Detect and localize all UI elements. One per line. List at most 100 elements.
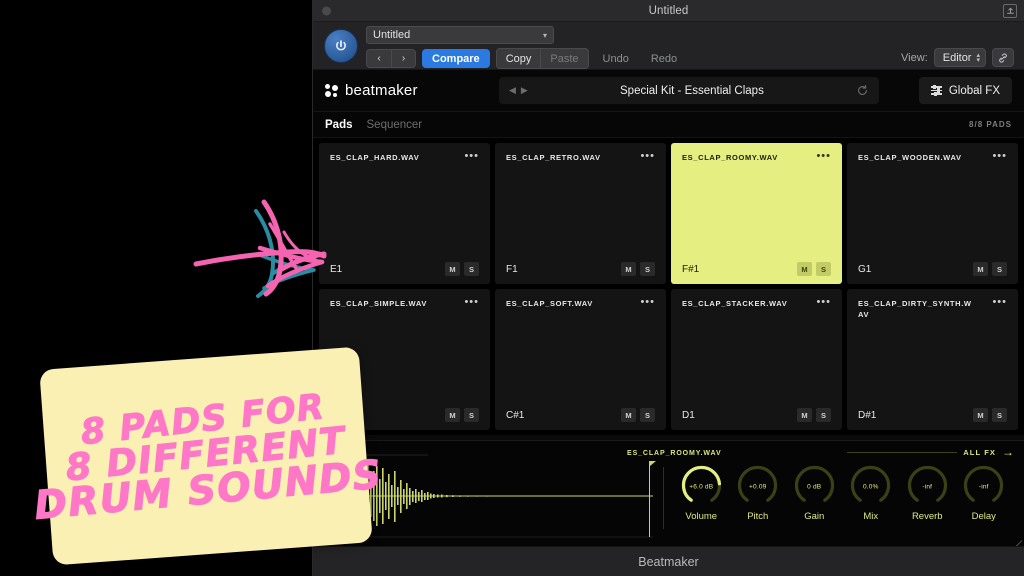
knob-gain[interactable]: 0 dB Gain [786, 465, 843, 522]
view-label: View: [901, 51, 928, 64]
all-fx-link[interactable]: ALL FX → [847, 446, 1014, 458]
global-fx-button[interactable]: Global FX [918, 77, 1012, 104]
mute-button[interactable]: M [621, 408, 636, 422]
refresh-icon[interactable] [856, 84, 869, 97]
status-bar: Beatmaker [313, 546, 1024, 576]
tab-pads[interactable]: Pads [325, 119, 353, 131]
pad-menu-icon[interactable]: ••• [992, 297, 1007, 308]
mute-solo-group: M S [797, 408, 831, 422]
knob-mix[interactable]: 0.0% Mix [843, 465, 900, 522]
pad-menu-icon[interactable]: ••• [464, 297, 479, 308]
chevron-down-icon: ▾ [542, 30, 547, 40]
copy-paste-group: Copy Paste [495, 48, 589, 69]
solo-button[interactable]: S [816, 408, 831, 422]
paste-button[interactable]: Paste [540, 49, 587, 68]
solo-button[interactable]: S [992, 262, 1007, 276]
stepper-icon: ▴ ▾ [976, 51, 980, 64]
pad-menu-icon[interactable]: ••• [640, 297, 655, 308]
solo-button[interactable]: S [640, 408, 655, 422]
pad-6[interactable]: ES_CLAP_SOFT.WAV ••• C#1 M S [495, 289, 666, 430]
mute-button[interactable]: M [445, 262, 460, 276]
redo-button[interactable]: Redo [643, 49, 685, 68]
knob-dial[interactable]: 0.0% [849, 465, 892, 508]
knob-volume[interactable]: +6.0 dB Volume [673, 465, 730, 522]
beatmaker-header: beatmaker ◀ ▶ Special Kit - Essential Cl… [313, 70, 1024, 112]
sample-editor: ES_CLAP_ROOMY.WAV ALL FX → +6.0 dB Volum… [313, 440, 1024, 546]
sliders-icon [930, 85, 942, 96]
next-preset-button[interactable]: › [391, 50, 415, 67]
pad-sample-name: ES_CLAP_SOFT.WAV [506, 299, 593, 308]
mute-solo-group: M S [621, 262, 655, 276]
pad-menu-icon[interactable]: ••• [464, 151, 479, 162]
knob-dial[interactable]: -inf [962, 465, 1005, 508]
mute-button[interactable]: M [797, 408, 812, 422]
pad-note: D1 [682, 409, 695, 421]
pad-note: F#1 [682, 263, 700, 275]
knob-value: 0 dB [807, 483, 822, 490]
kit-nav-icons[interactable]: ◀ ▶ [509, 85, 528, 96]
preset-select[interactable]: Untitled ▾ [366, 26, 554, 44]
pad-menu-icon[interactable]: ••• [640, 151, 655, 162]
solo-button[interactable]: S [992, 408, 1007, 422]
beatmaker-logo-icon [325, 84, 338, 97]
window-dot[interactable] [322, 6, 331, 15]
pad-header: ES_CLAP_WOODEN.WAV ••• [858, 151, 1007, 164]
all-fx-divider [847, 451, 958, 453]
knob-value: -inf [978, 483, 989, 490]
playhead-handle-icon[interactable] [650, 461, 656, 466]
pad-menu-icon[interactable]: ••• [992, 151, 1007, 162]
knob-value: +6.0 dB [689, 483, 714, 490]
host-button-row: ‹ › Compare Copy Paste Undo Redo [366, 48, 685, 69]
all-fx-label: ALL FX [963, 447, 996, 457]
knob-reverb[interactable]: -inf Reverb [899, 465, 956, 522]
knob-pitch[interactable]: +0.09 Pitch [730, 465, 787, 522]
knob-dial[interactable]: +0.09 [736, 465, 779, 508]
mute-button[interactable]: M [621, 262, 636, 276]
mute-button[interactable]: M [973, 262, 988, 276]
pad-2[interactable]: ES_CLAP_RETRO.WAV ••• F1 M S [495, 143, 666, 284]
solo-button[interactable]: S [464, 262, 479, 276]
resize-grip[interactable] [1010, 530, 1023, 550]
knob-label: Mix [863, 511, 879, 522]
knob-label: Gain [804, 511, 825, 522]
triangle-left-icon[interactable]: ◀ [509, 85, 516, 96]
kit-selector[interactable]: ◀ ▶ Special Kit - Essential Claps [499, 77, 879, 104]
view-select[interactable]: Editor ▴ ▾ [933, 48, 986, 67]
link-icon[interactable] [992, 48, 1014, 67]
pad-8[interactable]: ES_CLAP_DIRTY_SYNTH.WAV ••• D#1 M S [847, 289, 1018, 430]
triangle-right-icon[interactable]: ▶ [521, 85, 528, 96]
pad-3[interactable]: ES_CLAP_ROOMY.WAV ••• F#1 M S [671, 143, 842, 284]
knob-dial[interactable]: -inf [906, 465, 949, 508]
compare-button[interactable]: Compare [422, 49, 490, 68]
mute-solo-group: M S [973, 408, 1007, 422]
pad-footer: D1 M S [682, 408, 831, 422]
pad-sample-name: ES_CLAP_WOODEN.WAV [858, 153, 962, 162]
mute-button[interactable]: M [797, 262, 812, 276]
knob-dial[interactable]: +6.0 dB [680, 465, 723, 508]
solo-button[interactable]: S [464, 408, 479, 422]
mute-button[interactable]: M [973, 408, 988, 422]
playhead[interactable] [649, 461, 650, 537]
pad-footer: F#1 M S [682, 262, 831, 276]
knob-label: Reverb [911, 511, 943, 522]
power-icon[interactable] [324, 29, 358, 63]
knob-delay[interactable]: -inf Delay [956, 465, 1013, 522]
solo-button[interactable]: S [816, 262, 831, 276]
pad-4[interactable]: ES_CLAP_WOODEN.WAV ••• G1 M S [847, 143, 1018, 284]
mute-button[interactable]: M [445, 408, 460, 422]
pads-count: 8/8 PADS [969, 120, 1012, 129]
undo-button[interactable]: Undo [595, 49, 637, 68]
expand-icon[interactable] [1003, 3, 1017, 18]
prev-preset-button[interactable]: ‹ [367, 50, 391, 67]
solo-button[interactable]: S [640, 262, 655, 276]
brand: beatmaker [325, 82, 485, 99]
view-controls: View: Editor ▴ ▾ [901, 48, 1014, 67]
copy-button[interactable]: Copy [497, 49, 541, 68]
tab-sequencer[interactable]: Sequencer [367, 119, 423, 131]
pad-menu-icon[interactable]: ••• [816, 297, 831, 308]
knob-dial[interactable]: 0 dB [793, 465, 836, 508]
status-bar-title: Beatmaker [638, 554, 699, 569]
pad-sample-name: ES_CLAP_RETRO.WAV [506, 153, 601, 162]
pad-menu-icon[interactable]: ••• [816, 151, 831, 162]
pad-7[interactable]: ES_CLAP_STACKER.WAV ••• D1 M S [671, 289, 842, 430]
